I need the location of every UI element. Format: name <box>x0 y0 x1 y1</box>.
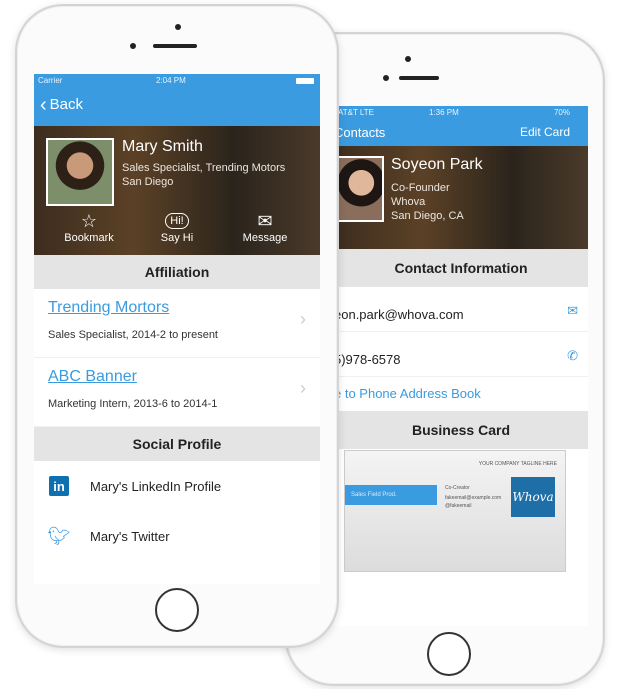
status-bar: Carrier 2:04 PM <box>34 74 320 88</box>
twitter-label: Mary's Twitter <box>90 528 170 544</box>
affiliation-header: Affiliation <box>34 255 320 289</box>
profile-name: Mary Smith <box>122 138 203 155</box>
card-extra: @fakeemail <box>445 503 472 509</box>
sensor-dot <box>130 43 136 49</box>
battery-icon <box>296 78 314 84</box>
whova-logo: Whova <box>511 477 555 517</box>
clock: 1:36 PM <box>429 108 459 117</box>
profile-name: Soyeon Park <box>391 156 483 173</box>
avatar <box>46 138 114 206</box>
phone-row[interactable]: 5)978-6578 ✆ <box>334 332 588 377</box>
mail-icon[interactable]: ✉ <box>567 303 578 319</box>
linkedin-label: Mary's LinkedIn Profile <box>90 478 222 494</box>
social-profile-header: Social Profile <box>34 427 320 461</box>
twitter-icon: 🐦︎ <box>47 525 71 546</box>
nav-bar: Contacts Edit Card <box>334 120 588 146</box>
affiliation-company-link[interactable]: ABC Banner <box>48 368 137 386</box>
linkedin-icon: in <box>48 475 70 497</box>
affiliation-role: Sales Specialist, 2014-2 to present <box>48 329 218 341</box>
sensor-dot <box>383 75 389 81</box>
envelope-icon: ✉ <box>257 211 273 231</box>
card-email: fakeemail@example.com <box>445 495 502 501</box>
camera-icon <box>405 56 411 62</box>
action-bar: ☆ Bookmark Hi! Say Hi ✉ Message <box>34 210 320 244</box>
profile-location: San Diego <box>122 176 174 188</box>
say-hi-label: Say Hi <box>160 232 194 244</box>
speaker-grille <box>399 76 439 80</box>
bookmark-button[interactable]: ☆ Bookmark <box>54 210 124 244</box>
back-button[interactable]: ‹ Back <box>40 93 84 116</box>
carrier-label: AT&T LTE <box>338 108 375 117</box>
avatar <box>334 156 384 222</box>
email-row[interactable]: eon.park@whova.com ✉ <box>334 287 588 332</box>
home-button[interactable] <box>427 632 471 676</box>
back-screen: AT&T LTE 1:36 PM 70% Contacts Edit Card … <box>334 106 588 626</box>
profile-header: Mary Smith Sales Specialist, Trending Mo… <box>34 126 320 255</box>
profile-location: San Diego, CA <box>391 210 464 222</box>
clock: 2:04 PM <box>156 76 186 85</box>
chevron-right-icon: › <box>300 378 306 398</box>
card-stripe: Sales Field Prod. <box>345 485 437 505</box>
affiliation-role: Marketing Intern, 2013-6 to 2014-1 <box>48 398 218 410</box>
phone-icon[interactable]: ✆ <box>567 348 578 364</box>
star-icon: ☆ <box>80 211 98 231</box>
status-bar: AT&T LTE 1:36 PM 70% <box>334 106 588 120</box>
business-card-header: Business Card <box>334 411 588 449</box>
hi-icon: Hi! <box>142 210 212 232</box>
card-name: Co-Creator <box>445 485 470 491</box>
message-label: Message <box>242 232 288 244</box>
card-tagline: YOUR COMPANY TAGLINE HERE <box>478 461 557 467</box>
profile-header: Soyeon Park Co-Founder Whova San Diego, … <box>334 146 588 249</box>
home-button[interactable] <box>155 588 199 632</box>
message-button[interactable]: ✉ Message <box>230 210 300 244</box>
front-screen: Carrier 2:04 PM ‹ Back Mary Smith Sales … <box>34 74 320 584</box>
profile-company: Whova <box>391 196 426 208</box>
affiliation-item[interactable]: ABC Banner Marketing Intern, 2013-6 to 2… <box>34 358 320 427</box>
speaker-grille <box>153 44 197 48</box>
say-hi-button[interactable]: Hi! Say Hi <box>142 210 212 244</box>
social-item-twitter[interactable]: 🐦︎ Mary's Twitter <box>34 511 320 561</box>
battery-label: 70% <box>553 108 570 117</box>
affiliation-company-link[interactable]: Trending Mortors <box>48 299 169 317</box>
contacts-nav-button[interactable]: Contacts <box>334 125 385 140</box>
nav-bar: ‹ Back <box>34 88 320 126</box>
email-value: eon.park@whova.com <box>334 307 464 322</box>
save-to-address-book-button[interactable]: e to Phone Address Book <box>334 377 588 411</box>
contact-info-header: Contact Information <box>334 249 588 287</box>
carrier-label: Carrier <box>38 76 63 85</box>
affiliation-item[interactable]: Trending Mortors Sales Specialist, 2014-… <box>34 289 320 358</box>
profile-title: Co-Founder <box>391 182 450 194</box>
bookmark-label: Bookmark <box>64 232 114 244</box>
business-card-image[interactable]: YOUR COMPANY TAGLINE HERE Sales Field Pr… <box>344 450 566 572</box>
chevron-left-icon: ‹ <box>40 93 47 116</box>
profile-title: Sales Specialist, Trending Motors <box>122 162 286 174</box>
back-label: Back <box>49 96 84 113</box>
camera-icon <box>175 24 181 30</box>
social-item-linkedin[interactable]: in Mary's LinkedIn Profile <box>34 461 320 511</box>
edit-card-button[interactable]: Edit Card <box>520 125 570 139</box>
front-phone: Carrier 2:04 PM ‹ Back Mary Smith Sales … <box>15 4 339 648</box>
chevron-right-icon: › <box>300 309 306 329</box>
phone-value: 5)978-6578 <box>334 352 401 367</box>
